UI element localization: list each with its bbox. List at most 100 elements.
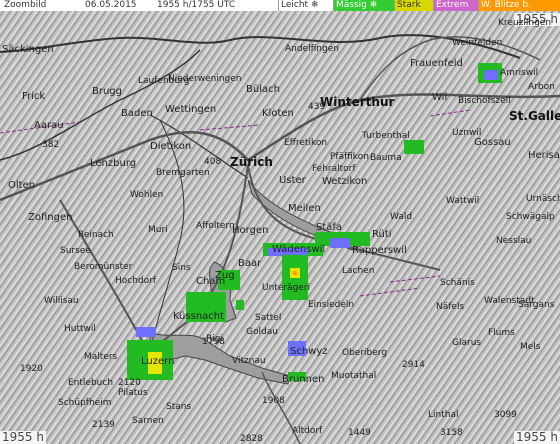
label-dietikon: Dietikon xyxy=(150,141,192,152)
label-oberiberg: Oberiberg xyxy=(342,348,388,358)
label-mels: Mels xyxy=(520,342,541,352)
echo-moderate xyxy=(404,140,424,154)
label-herisau: Herisau xyxy=(528,150,560,161)
map-number: 408 xyxy=(204,157,222,167)
map-number: 2828 xyxy=(240,434,263,444)
label-fehraltorf: Fehraltorf xyxy=(312,164,356,174)
label-st-gallen: St.Gallen xyxy=(509,109,560,123)
label-sins: Sins xyxy=(172,263,191,273)
label-nafels: Näfels xyxy=(436,302,465,312)
label-niederweningen: Niederweningen xyxy=(168,74,242,84)
echo-moderate xyxy=(236,300,244,310)
label-effretikon: Effretikon xyxy=(284,138,328,148)
legend-moderate: Mässig ❄ xyxy=(333,0,396,11)
map-viewer: Zoombild 06.05.2015 1955 h/1755 UTC Leic… xyxy=(0,0,560,444)
label-wettingen: Wettingen xyxy=(165,104,217,115)
map-number: 2139 xyxy=(92,420,115,430)
label-ruti: Rüti xyxy=(372,229,392,240)
label-affoltern: Affoltern xyxy=(196,221,235,231)
time-tag-bottom-left: 1955 h xyxy=(0,430,46,444)
label-wetzikon: Wetzikon xyxy=(322,176,368,187)
label-winterthur: Winterthur xyxy=(320,95,395,109)
label-wadenswil: Wädenswil xyxy=(272,244,326,255)
label-huttwil: Huttwil xyxy=(64,324,96,334)
map-time: 1955 h/1755 UTC xyxy=(157,0,236,10)
label-nesslau: Nesslau xyxy=(496,236,532,246)
time-tag-bottom-right: 1955 h xyxy=(514,430,560,444)
echo-light xyxy=(330,238,350,248)
label-lenzburg: Lenzburg xyxy=(90,158,137,169)
label-kussnacht: Küssnacht xyxy=(173,311,225,322)
label-horgen: Horgen xyxy=(232,225,269,236)
label-schanis: Schänis xyxy=(440,278,475,288)
legend-strong: Stark xyxy=(394,0,435,11)
map-number: 1449 xyxy=(348,428,371,438)
label-arbon: Arbon xyxy=(528,82,555,92)
label-entlebuch: Entlebuch xyxy=(68,378,114,388)
map-number: 439 xyxy=(308,102,326,112)
label-brugg: Brugg xyxy=(92,86,123,97)
map-number: 1798 xyxy=(202,337,225,347)
label-amriswil: Amriswil xyxy=(500,68,539,78)
label-aarau: Aarau xyxy=(34,120,64,131)
label-unterageri: Unterägeri xyxy=(262,283,311,293)
label-wald: Wald xyxy=(390,212,413,222)
map-number: 3099 xyxy=(494,410,517,420)
map-number: 3158 xyxy=(440,428,463,438)
label-stans: Stans xyxy=(166,402,192,412)
label-frick: Frick xyxy=(22,91,46,102)
label-uznwil: Uznwil xyxy=(452,128,482,138)
label-pfaffikon: Pfäffikon xyxy=(330,152,369,162)
map-number: 2120 xyxy=(118,378,141,388)
label-sackingen: Säckingen xyxy=(2,44,54,55)
echo-light xyxy=(136,327,156,337)
label-beromunster: Beromünster xyxy=(74,262,133,272)
map-header: Zoombild 06.05.2015 1955 h/1755 UTC Leic… xyxy=(0,0,560,11)
label-bulach: Bülach xyxy=(246,84,280,95)
label-altdorf: Altdorf xyxy=(292,426,323,436)
label-wil: Wil xyxy=(432,92,448,103)
echo-light xyxy=(484,70,498,80)
map-number: 382 xyxy=(42,140,60,150)
label-wattwil: Wattwil xyxy=(446,196,480,206)
label-rapperswil: Rapperswil xyxy=(352,245,407,256)
label-baden: Baden xyxy=(121,108,153,119)
label-zurich: Zürich xyxy=(230,155,273,169)
map-number: 1908 xyxy=(262,396,285,406)
label-kreuzlingen: Kreuzlingen xyxy=(498,18,552,28)
label-andelfingen: Andelfingen xyxy=(285,44,339,54)
label-flums: Flums xyxy=(488,328,515,338)
label-sursee: Sursee xyxy=(60,246,91,256)
label-gossau: Gossau xyxy=(474,137,511,148)
label-schupfheim: Schüpfheim xyxy=(58,398,112,408)
label-sargans: Sargans xyxy=(518,300,555,310)
map-number: 2914 xyxy=(402,360,425,370)
legend-extreme: Extrem xyxy=(433,0,480,11)
label-lachen: Lachen xyxy=(342,266,375,276)
label-bauma: Bauma xyxy=(370,153,402,163)
label-reinach: Reinach xyxy=(78,230,114,240)
label-sarnen: Sarnen xyxy=(132,416,164,426)
label-muri: Muri xyxy=(148,225,168,235)
label-glarus: Glarus xyxy=(452,338,482,348)
label-schwagalp: Schwägalp xyxy=(506,212,555,222)
label-uster: Uster xyxy=(279,175,306,186)
label-cham: Cham xyxy=(196,276,226,287)
label-einsiedeln: Einsiedeln xyxy=(308,300,355,310)
zoom-label: Zoombild xyxy=(4,0,47,10)
label-hochdorf: Hochdorf xyxy=(115,276,157,286)
label-frauenfeld: Frauenfeld xyxy=(410,58,463,69)
label-weinfelden: Weinfelden xyxy=(452,38,503,48)
label-willisau: Willisau xyxy=(44,296,79,306)
label-bischofszell: Bischofszell xyxy=(458,96,511,106)
label-wohlen: Wohlen xyxy=(130,190,164,200)
label-bremgarten: Bremgarten xyxy=(156,168,210,178)
label-kloten: Kloten xyxy=(262,108,294,119)
map-number: 1920 xyxy=(20,364,43,374)
echo-lightning xyxy=(293,271,297,275)
legend-light: Leicht ❄ xyxy=(278,0,335,11)
label-brunnen: Brunnen xyxy=(282,374,325,385)
label-linthal: Linthal xyxy=(428,410,459,420)
label-meilen: Meilen xyxy=(288,203,321,214)
label-turbenthal: Turbenthal xyxy=(362,131,410,141)
